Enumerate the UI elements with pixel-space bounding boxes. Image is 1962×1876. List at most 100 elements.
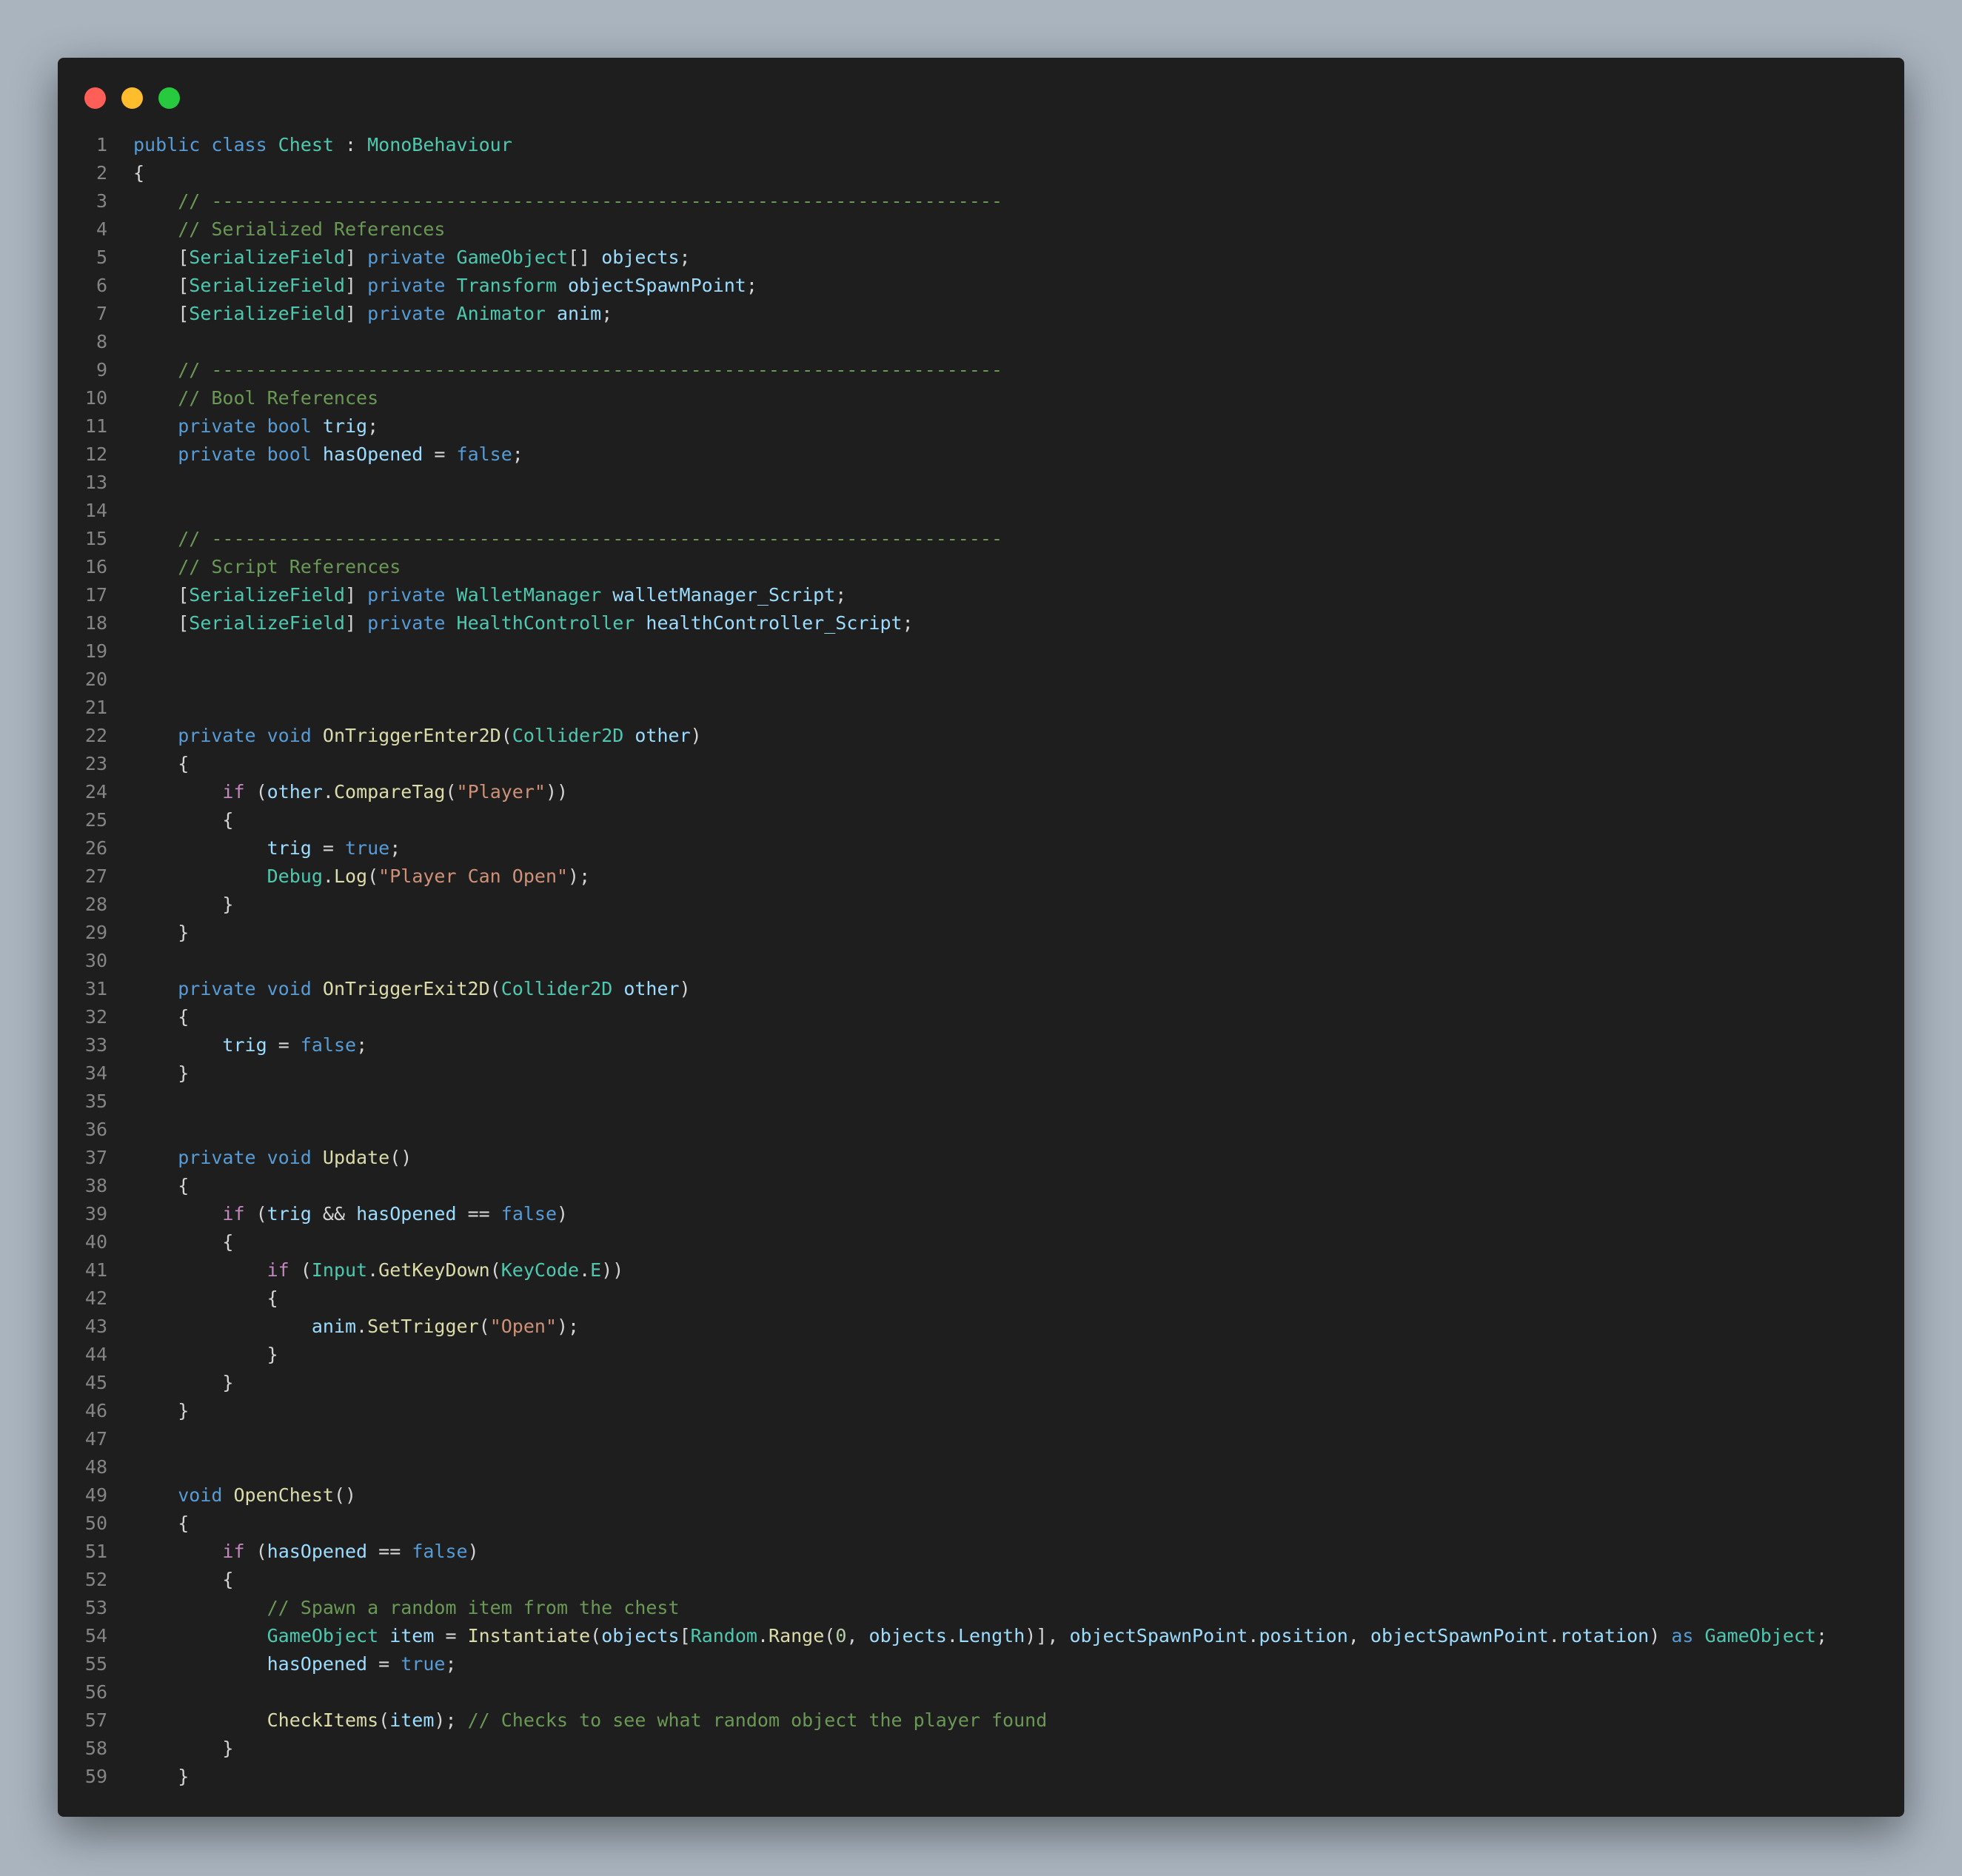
code-token: trig (322, 415, 368, 437)
code-line: 11 private bool trig; (58, 412, 1904, 440)
code-token: hasOpened (322, 443, 423, 465)
code-token: false (300, 1034, 357, 1056)
code-token: ) (690, 725, 702, 746)
line-number: 12 (84, 443, 107, 465)
code-line: 35 (58, 1088, 1904, 1116)
line-text: // Serialized References (107, 215, 445, 244)
code-token: Transform (456, 275, 569, 296)
code-token: SetTrigger (367, 1316, 479, 1337)
code-token: objectSpawnPoint (568, 275, 746, 296)
code-line: 58 } (58, 1735, 1904, 1763)
window-controls (84, 87, 180, 110)
line-text: } (107, 1735, 233, 1763)
line-text: Debug.Log("Player Can Open"); (107, 862, 591, 891)
code-token: . (946, 1625, 958, 1646)
line-number: 22 (84, 725, 107, 746)
code-token: ( (244, 1541, 267, 1562)
code-token: GameObject (1704, 1625, 1816, 1646)
code-token: ; (1815, 1625, 1828, 1646)
code-line: 4 // Serialized References (58, 215, 1904, 244)
code-token: Collider2D (512, 725, 635, 746)
code-line: 43 anim.SetTrigger("Open"); (58, 1313, 1904, 1341)
line-text: anim.SetTrigger("Open"); (107, 1313, 579, 1341)
line-number: 41 (84, 1259, 107, 1281)
line-text: // -------------------------------------… (107, 356, 1002, 384)
code-token: // Bool References (178, 387, 379, 409)
code-token: = (367, 1653, 401, 1675)
minimize-button[interactable] (121, 87, 143, 109)
line-text: trig = true; (107, 834, 401, 862)
line-number: 31 (84, 978, 107, 999)
code-token: HealthController (456, 612, 646, 634)
line-number: 39 (84, 1203, 107, 1225)
code-line: 55 hasOpened = true; (58, 1650, 1904, 1678)
code-token: ( (445, 781, 457, 803)
line-number: 32 (84, 1006, 107, 1028)
line-text: [SerializeField] private Animator anim; (107, 300, 612, 328)
line-text (107, 1678, 133, 1706)
code-token: OnTriggerExit2D (322, 978, 490, 999)
code-token: ) (467, 1541, 479, 1562)
line-number: 24 (84, 781, 107, 803)
line-number: 58 (84, 1738, 107, 1759)
line-text: private bool trig; (107, 412, 378, 440)
code-line: 14 (58, 497, 1904, 525)
code-token: } (133, 1062, 190, 1084)
code-line: 45 } (58, 1369, 1904, 1397)
code-line: 19 (58, 637, 1904, 666)
code-line: 23 { (58, 750, 1904, 778)
code-token: Log (333, 865, 368, 887)
line-text: private bool hasOpened = false; (107, 440, 523, 469)
code-line: 8 (58, 328, 1904, 356)
line-number: 5 (96, 247, 107, 268)
code-token: ; (679, 247, 691, 268)
code-token: ( (489, 1259, 501, 1281)
code-line: 48 (58, 1453, 1904, 1481)
code-token: = (267, 1034, 301, 1056)
close-button[interactable] (84, 87, 106, 109)
line-text: { (107, 159, 144, 187)
code-token: // -------------------------------------… (178, 528, 1003, 549)
code-token: ; (356, 1034, 368, 1056)
code-line: 39 if (trig && hasOpened == false) (58, 1200, 1904, 1228)
code-token: position (1259, 1625, 1348, 1646)
code-token: private bool (178, 443, 323, 465)
code-token: SerializeField (189, 247, 345, 268)
line-text: { (107, 750, 189, 778)
code-token: Length (957, 1625, 1025, 1646)
line-number: 51 (84, 1541, 107, 1562)
code-line: 30 (58, 947, 1904, 975)
code-token: true (345, 837, 390, 859)
code-token: . (757, 1625, 769, 1646)
code-token: GetKeyDown (378, 1259, 490, 1281)
code-editor[interactable]: 1 public class Chest : MonoBehaviour 2{3 /… (58, 131, 1904, 1791)
code-token: Update (322, 1147, 390, 1168)
code-token: )) (601, 1259, 624, 1281)
code-token: ; (389, 837, 401, 859)
line-text (107, 947, 133, 975)
code-token: private (367, 303, 457, 324)
line-number: 49 (84, 1484, 107, 1506)
code-token: walletManager_Script (612, 584, 836, 606)
code-token: private (367, 275, 457, 296)
code-line: 21 (58, 694, 1904, 722)
code-token: [ (679, 1625, 691, 1646)
code-token: // Spawn a random item from the chest (267, 1597, 680, 1618)
code-token: Random (690, 1625, 757, 1646)
code-token: ; (746, 275, 757, 296)
line-number: 16 (84, 556, 107, 577)
code-window: 1 public class Chest : MonoBehaviour 2{3 /… (58, 58, 1904, 1817)
code-token: ; (367, 415, 379, 437)
code-token: E (590, 1259, 602, 1281)
code-token: ] (344, 303, 368, 324)
maximize-button[interactable] (158, 87, 180, 109)
code-token: objectSpawnPoint (1370, 1625, 1549, 1646)
code-line: 46 } (58, 1397, 1904, 1425)
line-text: } (107, 1763, 189, 1791)
line-number: 33 (84, 1034, 107, 1056)
